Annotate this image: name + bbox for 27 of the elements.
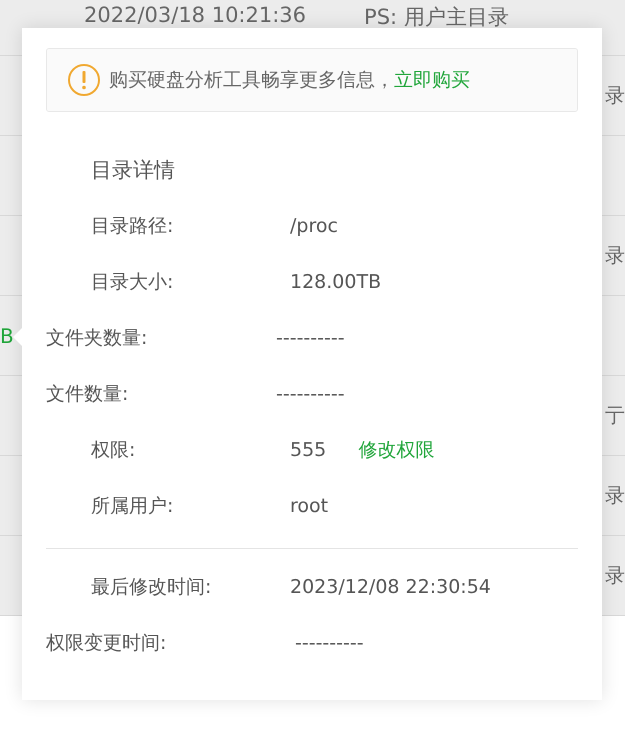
field-value: 555 (290, 439, 326, 461)
table-cell: 录 (605, 82, 625, 109)
field-label: 目录大小: (90, 270, 174, 295)
note-text: PS: 用户主目录 (364, 4, 509, 31)
notice-text: 购买硬盘分析工具畅享更多信息， (109, 68, 394, 93)
field-label: 权限变更时间: (46, 631, 168, 656)
size-text: B (0, 324, 14, 348)
field-value: ---------- (276, 383, 345, 405)
table-cell: 录 (605, 562, 625, 589)
field-value: 128.00TB (290, 271, 382, 293)
field-value: root (290, 495, 328, 517)
field-label: 所属用户: (90, 494, 174, 519)
warning-icon (67, 63, 101, 97)
field-label: 权限: (90, 438, 136, 463)
field-value: ---------- (276, 327, 345, 349)
field-value: 2023/12/08 22:30:54 (290, 576, 491, 598)
table-cell: 亍 (605, 402, 625, 429)
date-time-text: 2022/03/18 10:21:36 (84, 3, 306, 27)
table-cell: 录 (605, 482, 625, 509)
field-value: ---------- (295, 632, 364, 654)
section-title: 目录详情 (91, 157, 176, 184)
buy-now-link[interactable]: 立即购买 (394, 67, 470, 93)
field-label: 最后修改时间: (90, 575, 212, 600)
edit-permission-link[interactable]: 修改权限 (358, 437, 434, 463)
field-value: /proc (290, 215, 338, 237)
field-label: 目录路径: (90, 214, 174, 239)
table-cell: 录 (605, 242, 625, 269)
